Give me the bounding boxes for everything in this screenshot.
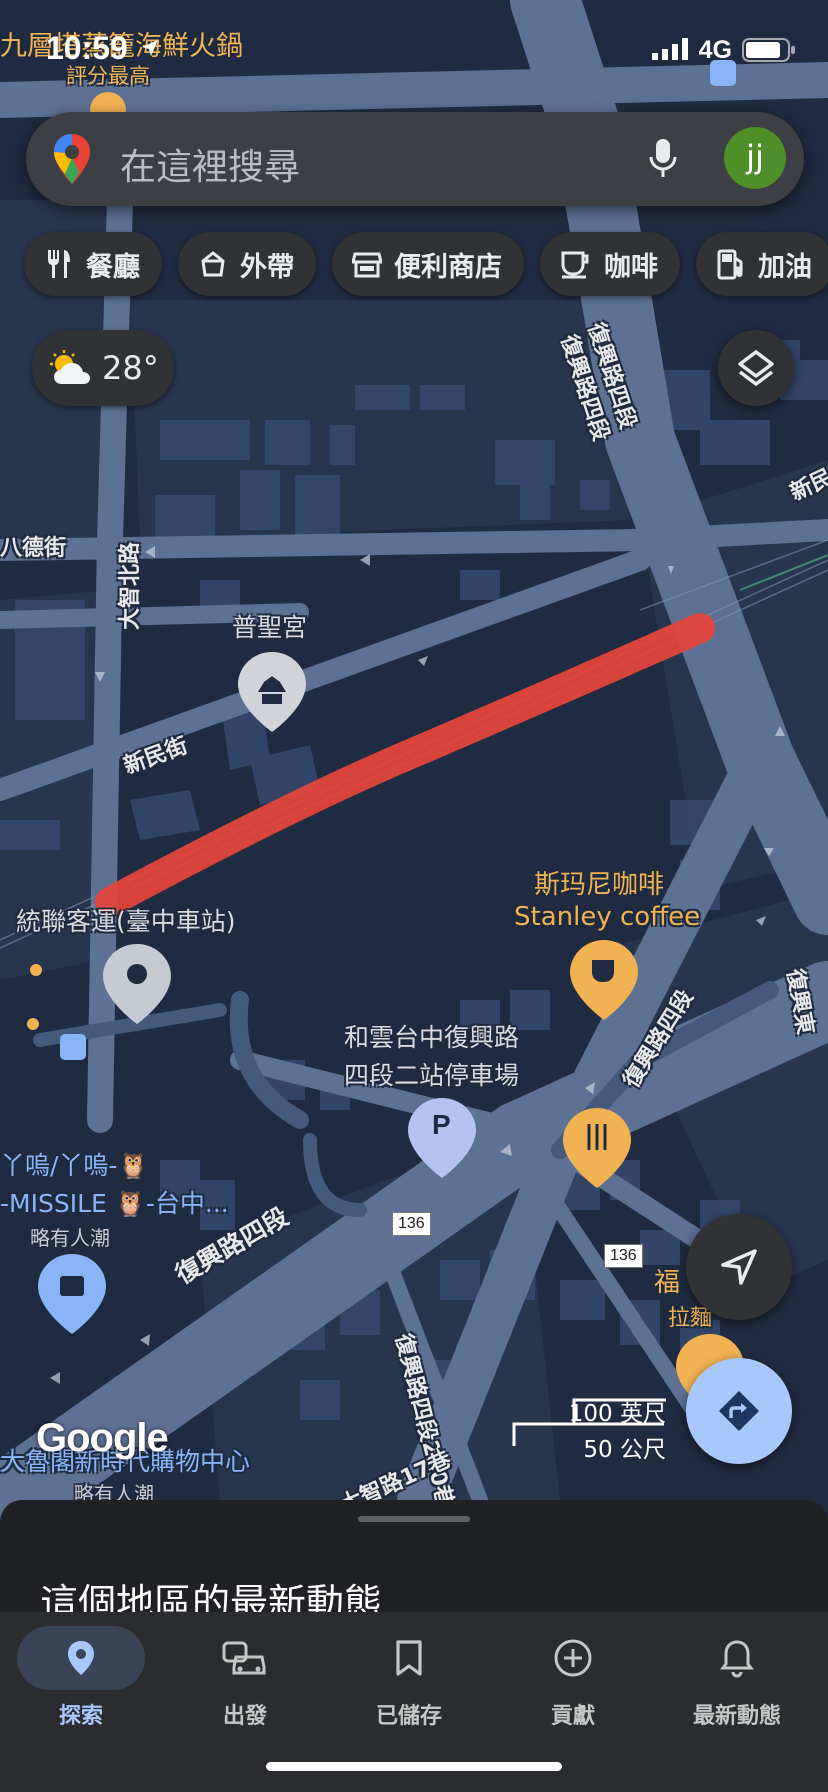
add-circle-icon: [509, 1626, 637, 1690]
poi-shop-sub: 略有人潮: [30, 1226, 110, 1250]
directions-button[interactable]: [686, 1358, 792, 1464]
chip-label: 餐廳: [86, 251, 140, 283]
route-shield: 136: [392, 1212, 431, 1236]
nav-label: 貢獻: [550, 1704, 595, 1729]
gas-icon: [717, 249, 743, 280]
search-input[interactable]: 在這裡搜尋: [120, 138, 300, 190]
network-label: 4G: [698, 36, 732, 64]
microphone-icon[interactable]: [648, 137, 678, 185]
location-pin-icon: [17, 1626, 145, 1690]
my-location-button[interactable]: [686, 1214, 792, 1320]
takeout-icon: [201, 251, 225, 277]
signal-icon: [652, 38, 692, 64]
bell-icon: [673, 1626, 801, 1690]
poi-parking-1[interactable]: 和雲台中復興路: [344, 1018, 519, 1054]
poi-shop-2[interactable]: -MISSILE 🦉-台中...: [0, 1184, 229, 1220]
chip-takeout[interactable]: 外帶: [178, 232, 316, 296]
status-time: 10:59: [46, 30, 128, 66]
navigation-arrow-icon: [721, 1249, 757, 1285]
chip-gas[interactable]: 加油: [696, 232, 828, 296]
search-bar[interactable]: 在這裡搜尋 jj: [26, 112, 804, 206]
chip-coffee[interactable]: 咖啡: [540, 232, 680, 296]
sheet-title: 這個地區的最新動態: [40, 1581, 383, 1612]
car-icon: [181, 1626, 309, 1690]
poi-ramen-1[interactable]: 福: [654, 1262, 680, 1299]
home-indicator: [266, 1762, 562, 1771]
chip-convenience[interactable]: 便利商店: [332, 232, 524, 296]
poi-bus-station[interactable]: 統聯客運(臺中車站): [16, 902, 236, 938]
street-dazhi-north: 大智北路: [118, 541, 143, 630]
scale-metric: 50 公尺: [583, 1437, 666, 1463]
poi-coffee-en[interactable]: Stanley coffee: [514, 902, 700, 932]
chip-label: 加油: [758, 251, 812, 283]
route-shield: 136: [604, 1244, 643, 1268]
svg-text:P: P: [432, 1109, 451, 1140]
chip-label: 便利商店: [394, 251, 502, 283]
location-arrow-icon: [140, 38, 160, 62]
street-bade: 八德街: [0, 536, 67, 561]
poi-temple[interactable]: 普聖宮: [232, 608, 307, 644]
nav-label: 探索: [58, 1704, 103, 1729]
chip-label: 外帶: [240, 251, 294, 283]
chip-restaurants[interactable]: 餐廳: [24, 232, 162, 296]
nav-updates[interactable]: 最新動態: [667, 1626, 807, 1730]
bottom-sheet[interactable]: 這個地區的最新動態: [0, 1500, 828, 1612]
poi-parking-2[interactable]: 四段二站停車場: [344, 1056, 519, 1092]
sheet-drag-handle[interactable]: [358, 1516, 470, 1522]
nav-label: 出發: [222, 1704, 267, 1729]
battery-icon: [742, 38, 796, 66]
directions-icon: [719, 1391, 759, 1431]
nav-label: 最新動態: [692, 1704, 781, 1729]
nav-contribute[interactable]: 貢獻: [503, 1626, 643, 1730]
temperature: 28°: [102, 349, 159, 387]
poi-coffee-cn[interactable]: 斯玛尼咖啡: [534, 864, 664, 901]
nav-explore[interactable]: 探索: [11, 1626, 151, 1730]
scale-imperial: 100 英尺: [568, 1401, 666, 1427]
nav-label: 已儲存: [375, 1704, 442, 1729]
fork-knife-icon: [48, 250, 70, 278]
account-avatar[interactable]: jj: [724, 127, 786, 189]
google-logo: Google: [36, 1416, 169, 1460]
poi-shop-1[interactable]: 丫嗚/丫嗚-🦉: [0, 1146, 149, 1182]
bookmark-icon: [345, 1626, 473, 1690]
layers-icon: [738, 350, 774, 386]
nav-saved[interactable]: 已儲存: [339, 1626, 479, 1730]
chip-label: 咖啡: [604, 251, 658, 283]
coffee-icon: [561, 251, 589, 279]
weather-chip[interactable]: 28°: [32, 330, 174, 406]
bus-stop-icon: [60, 1034, 86, 1060]
layers-button[interactable]: [718, 330, 794, 406]
nav-go[interactable]: 出發: [175, 1626, 315, 1730]
partly-cloudy-icon: [50, 350, 90, 384]
category-chips: 餐廳 外帶 便利商店 咖啡 加油: [24, 232, 828, 296]
store-icon: [352, 252, 382, 278]
maps-pin-icon: [52, 132, 92, 190]
